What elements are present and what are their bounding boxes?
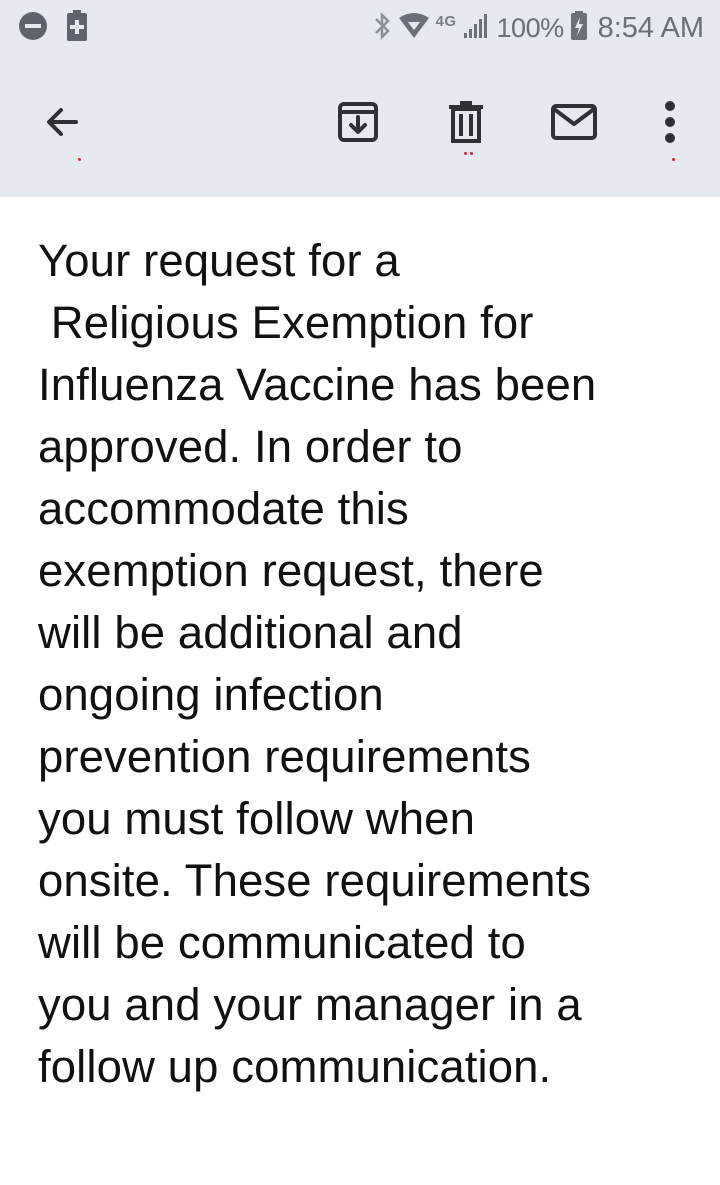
touch-marker <box>470 152 473 155</box>
clock: 8:54 AM <box>597 11 704 44</box>
status-right-icons: 4G 100% 8:54 AM <box>372 8 704 48</box>
more-options-icon <box>663 100 677 149</box>
signal-icon <box>463 13 491 44</box>
bluetooth-icon <box>372 11 392 46</box>
touch-marker <box>672 158 675 161</box>
archive-icon <box>336 100 380 149</box>
do-not-disturb-icon <box>18 11 48 46</box>
back-arrow-icon <box>42 102 82 147</box>
touch-marker <box>464 152 467 155</box>
wifi-icon <box>398 12 430 45</box>
battery-saver-icon <box>66 10 88 47</box>
mark-unread-icon <box>550 103 598 146</box>
mark-unread-button[interactable] <box>548 96 600 152</box>
archive-button[interactable] <box>332 96 384 152</box>
back-button[interactable] <box>36 96 88 161</box>
delete-icon <box>446 99 486 150</box>
message-toolbar <box>0 56 720 197</box>
delete-button[interactable] <box>440 96 492 155</box>
status-left-icons <box>18 10 88 47</box>
more-options-button[interactable] <box>644 96 696 161</box>
battery-percent: 100% <box>496 12 565 43</box>
network-type: 4G <box>435 12 457 30</box>
touch-marker <box>78 158 81 161</box>
message-body: Your request for a Religious Exemption f… <box>38 235 597 1092</box>
status-bar: 4G 100% 8:54 AM <box>0 0 720 56</box>
battery-charging-icon <box>570 10 588 46</box>
